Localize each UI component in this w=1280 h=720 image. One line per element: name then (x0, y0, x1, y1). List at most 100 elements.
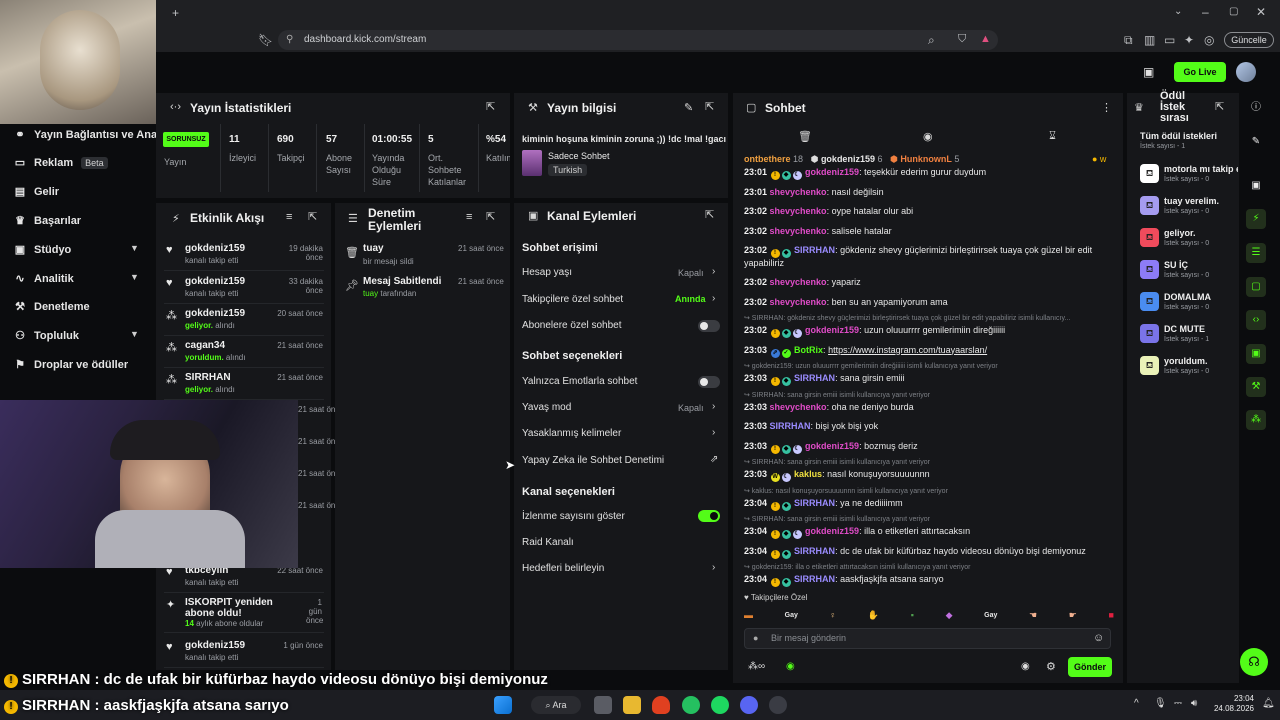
clock-time[interactable]: 23:04 (1226, 694, 1254, 703)
explorer-icon[interactable] (623, 696, 641, 714)
pulse-icon[interactable]: ‹› (1246, 310, 1266, 330)
chat-username[interactable]: SIRRHAN (794, 245, 835, 255)
vpn-icon[interactable]: ◎ (1204, 33, 1214, 47)
external-link-icon[interactable]: ⇗ (710, 454, 718, 465)
emote[interactable]: ✋ (868, 610, 879, 621)
activity-user[interactable]: gokdeniz159 (185, 308, 275, 319)
reward-item[interactable]: ⛾ DC MUTE İstek sayısı - 1 (1140, 324, 1232, 350)
brave-icon[interactable] (652, 696, 670, 714)
raid-channel-label[interactable]: Raid Kanalı (522, 537, 574, 548)
sidebar-item-revenue[interactable]: ▤ Gelir (14, 185, 59, 199)
chat-username[interactable]: SIRRHAN (794, 546, 835, 556)
sidebar-item-achievements[interactable]: ♛ Başarılar (14, 214, 81, 228)
reward-icon[interactable]: ⁂ (1246, 410, 1266, 430)
followers-only-label[interactable]: Takipçilere özel sohbet (522, 294, 623, 305)
gear-icon[interactable]: ⚙︎ (1046, 660, 1056, 673)
chat-username[interactable]: kaklus (794, 469, 822, 479)
clock-date[interactable]: 24.08.2026 (1212, 704, 1254, 713)
edit-icon[interactable]: ✎ (1246, 132, 1266, 152)
sidebar-item-community[interactable]: ⚇ Topluluk (14, 329, 79, 343)
chevron-right-icon[interactable]: › (712, 427, 715, 438)
mic-icon[interactable]: 🎙︎ (1154, 698, 1167, 709)
filter-icon[interactable]: ≡ (286, 211, 292, 223)
close-window-icon[interactable]: ✕ (1256, 5, 1266, 19)
trash-icon[interactable]: 🗑︎ (798, 130, 812, 143)
hourglass-icon[interactable]: ⌛︎ (1049, 130, 1056, 143)
popout-icon[interactable]: ⇱ (1215, 100, 1224, 113)
activity-user[interactable]: gokdeniz159 (185, 243, 275, 254)
whatsapp-icon[interactable] (682, 696, 700, 714)
banned-words-label[interactable]: Yasaklanmış kelimeler (522, 428, 621, 439)
reward-item[interactable]: ⛾ yoruldum. İstek sayısı - 0 (1140, 356, 1232, 382)
update-button[interactable]: Güncelle (1224, 32, 1274, 48)
wrench-icon[interactable]: ⚒ (1246, 377, 1266, 397)
chat-input-placeholder[interactable]: Bir mesaj gönderin (771, 633, 846, 643)
ai-icon[interactable]: ✦ (1184, 33, 1194, 47)
set-goals-label[interactable]: Hedefleri belirleyin (522, 563, 604, 574)
reward-item[interactable]: ⛾ SU İÇ İstek sayısı - 0 (1140, 260, 1232, 286)
chevron-right-icon[interactable]: › (712, 293, 715, 304)
info-icon[interactable]: ⓘ (1246, 98, 1266, 118)
category-thumbnail[interactable] (522, 150, 542, 176)
discord-icon[interactable] (740, 696, 758, 714)
chat-bubble-icon[interactable]: ◉ (923, 130, 933, 143)
emote[interactable]: ◆ (946, 610, 953, 621)
url-text[interactable]: dashboard.kick.com/stream (304, 34, 426, 45)
start-icon[interactable] (494, 696, 512, 714)
reward-item[interactable]: ⛾ tuay verelim. İstek sayısı - 0 (1140, 196, 1232, 222)
chevron-right-icon[interactable]: › (712, 266, 715, 277)
network-icon[interactable]: ⎓ (1174, 698, 1182, 709)
minimize-icon[interactable]: – (1202, 5, 1209, 19)
edit-icon[interactable]: ✎ (684, 101, 693, 114)
chat-username[interactable]: SIRRHAN (770, 421, 811, 431)
chat-username[interactable]: BotRix (794, 345, 823, 355)
reward-item[interactable]: ⛾ motorla mı takip et İstek sayısı - 0 (1140, 164, 1238, 190)
notification-icon[interactable]: 🔔︎ (1262, 698, 1275, 709)
tray-chevron-icon[interactable]: ^ (1134, 698, 1139, 709)
send-button[interactable]: Gönder (1068, 657, 1112, 677)
sidebar-item-analytics[interactable]: ∿ Analitik (14, 272, 73, 286)
more-icon[interactable]: ⋮ (1101, 101, 1112, 114)
bolt-icon[interactable]: ⚡︎ (1246, 209, 1266, 229)
chat-username[interactable]: gokdeniz159 (805, 167, 859, 177)
monitor-icon[interactable]: ▣ (1246, 344, 1266, 364)
chevron-right-icon[interactable]: › (712, 562, 715, 573)
chat-icon[interactable]: ▢ (1246, 277, 1266, 297)
emote[interactable]: Gay (984, 612, 997, 619)
slow-mode-label[interactable]: Yavaş mod (522, 402, 571, 413)
chat-username[interactable]: shevychenko (770, 226, 827, 236)
chat-link[interactable]: https://www.instagram.com/tuayaarslan/ (828, 345, 987, 355)
sidebar-toggle-icon[interactable]: ▥ (1144, 33, 1155, 47)
popout-icon[interactable]: ⇱ (308, 210, 317, 223)
chat-username[interactable]: gokdeniz159 (805, 526, 859, 536)
activity-user[interactable]: SIRRHAN (185, 372, 275, 383)
chat-username[interactable]: shevychenko (770, 187, 827, 197)
mod-user[interactable]: tuay (363, 243, 384, 254)
chat-username[interactable]: SIRRHAN (794, 574, 835, 584)
studio-icon[interactable]: ▣ (1246, 176, 1266, 196)
chat-username[interactable]: SIRRHAN (794, 498, 835, 508)
go-live-button[interactable]: Go Live (1174, 62, 1226, 82)
chat-username[interactable]: shevychenko (770, 277, 827, 287)
bookmark-icon[interactable]: 🔖︎ (258, 33, 273, 47)
sidebar-item-drops[interactable]: ⚑ Droplar ve ödüller (14, 358, 128, 372)
emoji-icon[interactable]: ☺ (1093, 632, 1104, 644)
spotify-icon[interactable] (711, 696, 729, 714)
activity-user[interactable]: ISKORPIT yeniden abone oldu! (185, 597, 289, 619)
site-info-icon[interactable]: ⚲ (286, 34, 293, 45)
popout-icon[interactable]: ⇱ (705, 100, 714, 113)
activity-user[interactable]: gokdeniz159 (185, 640, 275, 651)
chat-username[interactable]: shevychenko (770, 206, 827, 216)
activity-user[interactable]: cagan34 (185, 340, 275, 351)
list-icon[interactable]: ☰ (1246, 243, 1266, 263)
emote[interactable]: ☛ (1069, 610, 1077, 621)
avatar[interactable] (1236, 62, 1256, 82)
chevron-down-icon[interactable]: ▼ (130, 329, 139, 339)
emote[interactable]: ♀ (830, 610, 837, 620)
filter-icon[interactable]: ≡ (466, 211, 472, 223)
sidebar-item-moderation[interactable]: ⚒ Denetleme (14, 300, 90, 314)
popout-icon[interactable]: ⇱ (486, 210, 495, 223)
popout-icon[interactable]: ⇱ (486, 100, 495, 113)
sidebar-item-studio[interactable]: ▣ Stüdyo (14, 243, 71, 257)
sidebar-item-ads[interactable]: ▭ Reklam Beta (14, 156, 108, 169)
